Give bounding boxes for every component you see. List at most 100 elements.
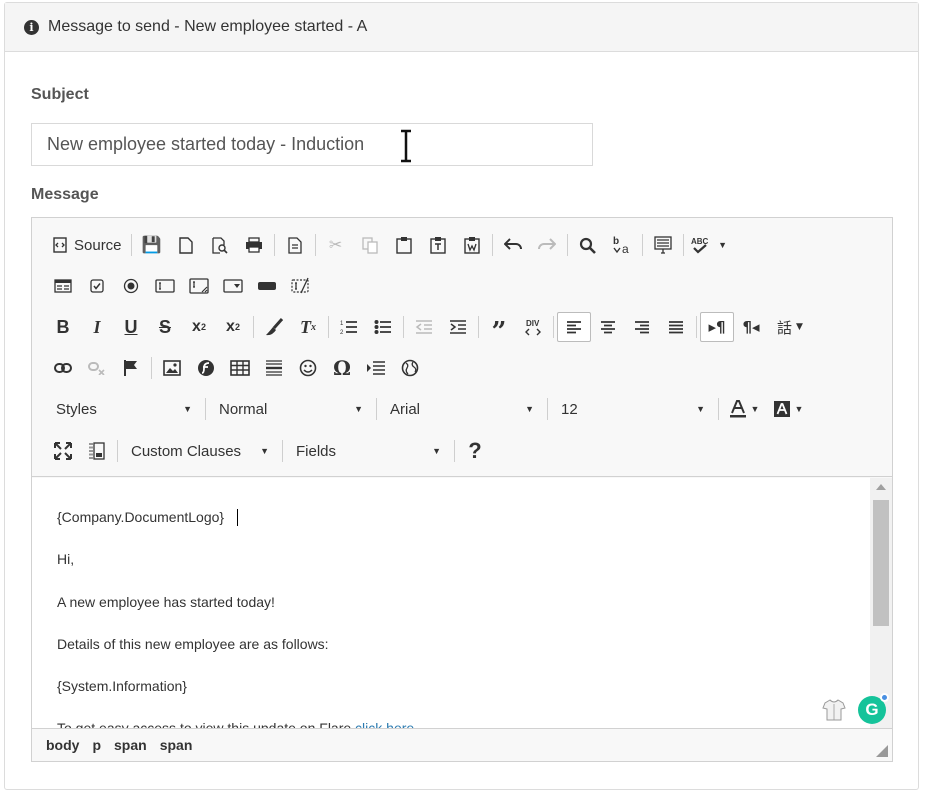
superscript-icon[interactable]: x2 <box>216 312 250 342</box>
custom-clauses-dropdown[interactable]: Custom Clauses ▼ <box>121 436 279 466</box>
toolbar-separator <box>253 316 254 338</box>
text-direction-rtl-icon[interactable]: ¶◂ <box>734 312 768 342</box>
path-body[interactable]: body <box>46 737 79 753</box>
chevron-down-icon: ▼ <box>525 404 534 414</box>
show-blocks-icon[interactable] <box>80 436 114 466</box>
styles-dropdown[interactable]: Styles ▼ <box>46 394 202 424</box>
resize-handle-icon[interactable] <box>876 745 888 757</box>
paste-text-icon[interactable] <box>421 230 455 260</box>
path-p[interactable]: p <box>92 737 101 753</box>
radio-icon[interactable] <box>114 271 148 301</box>
unlink-icon[interactable] <box>80 353 114 383</box>
copy-icon[interactable] <box>353 230 387 260</box>
subscript-icon[interactable]: x2 <box>182 312 216 342</box>
form-icon[interactable] <box>46 271 80 301</box>
link-icon[interactable] <box>46 353 80 383</box>
toolbar-separator <box>328 316 329 338</box>
find-icon[interactable] <box>571 230 605 260</box>
editor-toolbar: Source 💾 ✂ ba ABC ▼ B I U S x 2 x 2 T x … <box>32 218 892 477</box>
replace-icon[interactable]: ba <box>605 230 639 260</box>
table-icon[interactable] <box>223 353 257 383</box>
hidden-field-icon[interactable] <box>284 271 318 301</box>
language-icon[interactable]: 話 ▼ <box>768 312 812 342</box>
align-right-icon[interactable] <box>625 312 659 342</box>
text-field-icon[interactable] <box>148 271 182 301</box>
align-center-icon[interactable] <box>591 312 625 342</box>
cut-icon[interactable]: ✂ <box>319 230 353 260</box>
checkbox-icon[interactable] <box>80 271 114 301</box>
editor-scrollbar[interactable] <box>870 478 892 728</box>
source-label: Source <box>74 236 122 254</box>
content-line: {Company.DocumentLogo} <box>57 509 225 525</box>
path-span[interactable]: span <box>160 737 193 753</box>
undo-icon[interactable] <box>496 230 530 260</box>
templates-icon[interactable] <box>278 230 312 260</box>
toolbar-row-6: Custom Clauses ▼ Fields ▼ ? <box>46 436 492 466</box>
align-left-icon[interactable] <box>557 312 591 342</box>
path-span[interactable]: span <box>114 737 147 753</box>
content-line-text: To get easy access to view this update o… <box>57 720 356 728</box>
shirt-icon[interactable] <box>822 698 846 722</box>
toolbar-row-4: Ω <box>46 353 427 383</box>
select-all-icon[interactable] <box>646 230 680 260</box>
strikethrough-icon[interactable]: S <box>148 312 182 342</box>
image-icon[interactable] <box>155 353 189 383</box>
flash-icon[interactable] <box>189 353 223 383</box>
scrollbar-thumb[interactable] <box>873 500 889 626</box>
special-char-icon[interactable]: Ω <box>325 353 359 383</box>
fields-dropdown[interactable]: Fields ▼ <box>286 436 451 466</box>
preview-icon[interactable] <box>203 230 237 260</box>
print-icon[interactable] <box>237 230 271 260</box>
source-button[interactable]: Source <box>46 230 128 260</box>
toolbar-separator <box>491 234 493 256</box>
new-page-icon[interactable] <box>169 230 203 260</box>
text-color-icon[interactable]: ▼ <box>722 394 766 424</box>
italic-icon[interactable]: I <box>80 312 114 342</box>
scroll-up-arrow-icon[interactable] <box>876 484 886 490</box>
numbered-list-icon[interactable]: 12 <box>332 312 366 342</box>
bold-icon[interactable]: B <box>46 312 80 342</box>
chevron-down-icon: ▼ <box>354 404 363 414</box>
underline-icon[interactable]: U <box>114 312 148 342</box>
subject-input[interactable]: New employee started today - Induction <box>31 123 593 166</box>
iframe-globe-icon[interactable] <box>393 353 427 383</box>
remove-format-icon[interactable]: Tx <box>291 312 325 342</box>
page-break-icon[interactable] <box>359 353 393 383</box>
text-direction-ltr-icon[interactable]: ▸¶ <box>700 312 734 342</box>
smiley-icon[interactable] <box>291 353 325 383</box>
info-icon: i <box>24 19 39 35</box>
toolbar-row-2 <box>46 271 318 301</box>
increase-indent-icon[interactable] <box>441 312 475 342</box>
blockquote-icon[interactable]: ” <box>482 312 516 347</box>
create-div-icon[interactable]: DIV <box>516 312 550 342</box>
font-size-dropdown[interactable]: 12 ▼ <box>551 394 715 424</box>
copy-format-icon[interactable] <box>257 312 291 342</box>
decrease-indent-icon[interactable] <box>407 312 441 342</box>
redo-icon[interactable] <box>530 230 564 260</box>
maximize-icon[interactable] <box>46 436 80 466</box>
grammarly-icon[interactable]: G <box>858 693 889 724</box>
select-field-icon[interactable] <box>216 271 250 301</box>
justify-icon[interactable] <box>659 312 693 342</box>
format-dropdown[interactable]: Normal ▼ <box>209 394 373 424</box>
horizontal-line-icon[interactable] <box>257 353 291 383</box>
paste-icon[interactable] <box>387 230 421 260</box>
button-field-icon[interactable] <box>250 271 284 301</box>
message-label: Message <box>31 186 99 203</box>
paste-word-icon[interactable] <box>455 230 489 260</box>
element-path-bar: body p span span <box>32 728 892 761</box>
font-dropdown[interactable]: Arial ▼ <box>380 394 544 424</box>
toolbar-separator <box>553 316 554 338</box>
spellcheck-icon[interactable]: ABC ▼ <box>687 230 731 260</box>
editor-content[interactable]: {Company.DocumentLogo} Hi, A new employe… <box>32 478 870 728</box>
bulleted-list-icon[interactable] <box>366 312 400 342</box>
background-color-icon[interactable]: ▼ <box>766 394 810 424</box>
font-size-value: 12 <box>561 400 578 418</box>
textarea-icon[interactable] <box>182 271 216 301</box>
save-icon[interactable]: 💾 <box>135 230 169 260</box>
content-line: Hi, <box>57 551 75 567</box>
anchor-flag-icon[interactable] <box>114 353 148 383</box>
click-here-link[interactable]: click here <box>355 720 414 728</box>
help-button[interactable]: ? <box>458 436 492 466</box>
chevron-down-icon: ▼ <box>260 446 269 456</box>
